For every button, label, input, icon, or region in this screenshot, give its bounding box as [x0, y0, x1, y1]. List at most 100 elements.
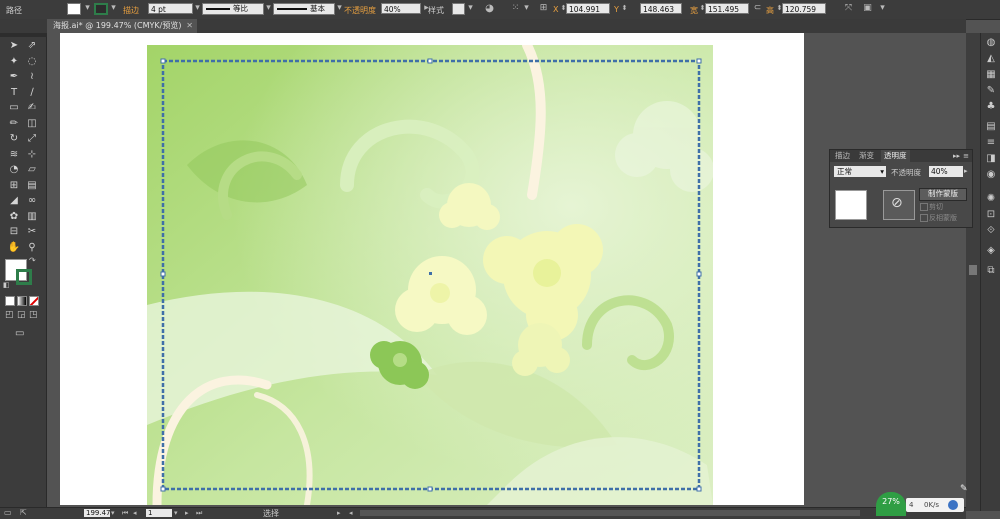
reference-point-icon[interactable]: ⊞	[538, 3, 549, 14]
y-field[interactable]: 148.463	[640, 3, 682, 14]
artboard-number-field[interactable]: 1	[146, 509, 172, 517]
align-grid-icon[interactable]: ⁙	[510, 3, 521, 14]
rectangle-tool-icon[interactable]: ▭	[6, 101, 22, 114]
poster-artwork[interactable]	[147, 45, 713, 505]
horizontal-scrollbar[interactable]	[360, 510, 860, 516]
status-menu-icon[interactable]: ▸	[337, 508, 341, 518]
fill-swatch[interactable]	[67, 3, 81, 15]
blend-mode-select[interactable]: 正常 ▾	[834, 166, 886, 177]
rotate-tool-icon[interactable]: ↻	[6, 132, 22, 145]
previous-artboard-icon[interactable]: ◂	[133, 508, 137, 518]
panel-opacity-field[interactable]: 40%	[929, 166, 963, 177]
color-panel-icon[interactable]: ◍	[985, 37, 997, 49]
line-tool-icon[interactable]: ∕	[24, 86, 40, 99]
vertical-scroll-thumb[interactable]	[969, 265, 977, 275]
tab-gradient[interactable]: 渐变	[856, 150, 877, 162]
color-guide-icon[interactable]: ◭	[985, 53, 997, 65]
blend-tool-icon[interactable]: ∞	[24, 194, 40, 207]
none-mode-icon[interactable]	[29, 296, 39, 306]
warp-tool-icon[interactable]: ≋	[6, 148, 22, 161]
swatches-panel-icon[interactable]: ▦	[985, 69, 997, 81]
document-info-icon[interactable]: ▭	[4, 508, 12, 518]
eraser-tool-icon[interactable]: ◫	[24, 117, 40, 130]
make-mask-button[interactable]: 制作蒙版	[919, 188, 967, 201]
network-speed-widget[interactable]: 27% 4 0K/s ✎	[876, 484, 968, 516]
curvature-tool-icon[interactable]: ≀	[24, 70, 40, 83]
align-panel-icon[interactable]: ⊡	[985, 209, 997, 221]
draw-normal-icon[interactable]: ◰	[5, 310, 14, 320]
tools-panel-grip[interactable]	[0, 33, 47, 37]
mesh-tool-icon[interactable]: ⊞	[6, 179, 22, 192]
selection-tool-icon[interactable]: ➤	[6, 39, 22, 52]
next-artboard-icon[interactable]: ▸	[185, 508, 189, 518]
fill-dropdown-icon[interactable]: ▾	[82, 3, 93, 14]
artboard-tool-icon[interactable]: ⊟	[6, 225, 22, 238]
recolor-artwork-icon[interactable]: ◕	[484, 3, 495, 14]
brush-definition[interactable]: 基本	[273, 3, 335, 15]
graphic-styles-icon[interactable]: ▤	[985, 121, 997, 133]
export-icon[interactable]: ⇱	[20, 508, 27, 518]
column-graph-tool-icon[interactable]: ▥	[24, 210, 40, 223]
opacity-field[interactable]: 40%	[381, 3, 421, 14]
y-stepper-icon[interactable]: ⬍	[619, 3, 630, 14]
gradient-panel-icon[interactable]: ◨	[985, 153, 997, 165]
transform-icon[interactable]: ⤧	[843, 3, 854, 14]
screen-mode-icon[interactable]: ▭	[15, 328, 24, 339]
variable-width-profile[interactable]: 等比	[202, 3, 264, 15]
wrench-icon[interactable]: ✎	[960, 484, 968, 494]
style-dropdown-icon[interactable]: ▾	[465, 3, 476, 14]
object-thumbnail[interactable]	[835, 190, 867, 220]
symbol-sprayer-tool-icon[interactable]: ✿	[6, 210, 22, 223]
last-artboard-icon[interactable]: ⏭	[196, 508, 202, 518]
first-artboard-icon[interactable]: ⏮	[122, 508, 128, 518]
artboards-panel-icon[interactable]: ⧉	[985, 265, 997, 277]
pencil-tool-icon[interactable]: ✏	[6, 117, 22, 130]
isolate-icon[interactable]: ▣	[862, 3, 873, 14]
clip-checkbox[interactable]	[920, 203, 928, 211]
align-dropdown-icon[interactable]: ▾	[521, 3, 532, 14]
free-transform-tool-icon[interactable]: ⊹	[24, 148, 40, 161]
panel-opacity-arrow-icon[interactable]: ▸	[964, 166, 968, 177]
close-tab-icon[interactable]: ✕	[186, 19, 193, 33]
stroke-label[interactable]: 描边	[123, 5, 139, 16]
w-field[interactable]: 151.495	[705, 3, 749, 14]
tab-transparency[interactable]: 透明度	[881, 150, 910, 162]
constrain-proportions-icon[interactable]: ⊂	[752, 3, 763, 14]
zoom-field[interactable]: 199.47	[84, 509, 111, 517]
zoom-tool-icon[interactable]: ⚲	[24, 241, 40, 254]
mask-thumbnail[interactable]: ⊘	[883, 190, 915, 220]
stroke-dropdown-icon[interactable]: ▾	[108, 3, 119, 14]
color-mode-icon[interactable]	[5, 296, 15, 306]
tab-stroke[interactable]: 描边	[832, 150, 853, 162]
gradient-mode-icon[interactable]	[17, 296, 27, 306]
default-colors-icon[interactable]: ◧	[3, 281, 10, 289]
layers-panel-icon[interactable]: ◈	[985, 245, 997, 257]
gradient-tool-icon[interactable]: ▤	[24, 179, 40, 192]
shape-builder-tool-icon[interactable]: ◔	[6, 163, 22, 176]
symbols-panel-icon[interactable]: ♣	[985, 101, 997, 113]
stroke-panel-icon[interactable]: ≡	[985, 137, 997, 149]
stroke-swatch[interactable]	[94, 3, 108, 15]
eyedropper-tool-icon[interactable]: ◢	[6, 194, 22, 207]
draw-inside-icon[interactable]: ◳	[29, 310, 38, 320]
direct-selection-tool-icon[interactable]: ⇗	[24, 39, 40, 52]
type-tool-icon[interactable]: T	[6, 86, 22, 99]
pen-tool-icon[interactable]: ✒	[6, 70, 22, 83]
slice-tool-icon[interactable]: ✂	[24, 225, 40, 238]
transparency-panel-icon[interactable]: ◉	[985, 169, 997, 181]
scale-tool-icon[interactable]: ⤢	[24, 132, 40, 145]
x-field[interactable]: 104.991	[566, 3, 610, 14]
draw-behind-icon[interactable]: ◲	[17, 310, 26, 320]
invert-mask-checkbox[interactable]	[920, 214, 928, 222]
appearance-panel-icon[interactable]: ✺	[985, 193, 997, 205]
scroll-left-icon[interactable]: ◂	[349, 508, 353, 518]
swap-fill-stroke-icon[interactable]: ↷	[29, 256, 36, 265]
stroke-color-swatch[interactable]	[16, 269, 32, 285]
zoom-dropdown-icon[interactable]: ▾	[111, 508, 115, 518]
style-swatch[interactable]	[452, 3, 465, 15]
control-bar-menu-icon[interactable]: ▾	[877, 3, 888, 14]
lasso-tool-icon[interactable]: ◌	[24, 55, 40, 68]
transform-panel-icon[interactable]: ⟐	[985, 225, 997, 237]
paintbrush-tool-icon[interactable]: ✍	[24, 101, 40, 114]
document-tab[interactable]: 海报.ai* @ 199.47% (CMYK/预览) ✕	[47, 19, 197, 33]
